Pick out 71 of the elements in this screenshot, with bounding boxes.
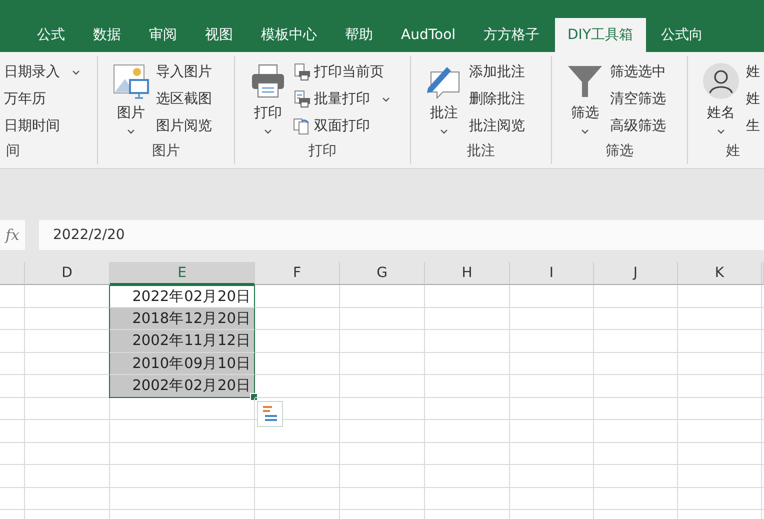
column-header[interactable]: I — [510, 262, 594, 285]
large-button[interactable]: 筛选 — [566, 58, 604, 142]
picture-icon — [112, 62, 150, 100]
column-header[interactable]: D — [25, 262, 110, 285]
column-header[interactable]: G — [340, 262, 425, 285]
ribbon-button[interactable]: 批注阅览 — [469, 116, 525, 136]
batch-print-icon — [293, 90, 311, 108]
printer-icon — [249, 62, 287, 100]
ribbon-tab[interactable]: 数据 — [80, 18, 134, 52]
table-cell: 2022年02月20日 — [109, 285, 255, 308]
ribbon-tab[interactable]: 审阅 — [136, 18, 190, 52]
table-cell — [0, 375, 25, 398]
table-cell — [0, 465, 25, 488]
large-button[interactable]: 批注 — [425, 58, 463, 142]
ribbon-tab[interactable]: 视图 — [192, 18, 246, 52]
table-cell — [0, 398, 25, 420]
table-cell — [0, 420, 25, 442]
ribbon-button[interactable]: 筛选选中 — [610, 62, 666, 82]
ribbon-button[interactable]: 日期时间 — [4, 116, 81, 136]
ribbon-tab[interactable]: 方方格子 — [470, 18, 553, 52]
ribbon-button[interactable]: 生 — [746, 116, 760, 136]
column-header[interactable]: K — [678, 262, 762, 285]
ribbon-button[interactable]: 高级筛选 — [610, 116, 666, 136]
ribbon-button[interactable]: 双面打印 — [293, 116, 391, 136]
ribbon-button[interactable]: 清空筛选 — [610, 89, 666, 109]
formula-field[interactable]: 2022/2/20 — [39, 220, 764, 250]
table-cell: 2010年09月10日 — [109, 352, 255, 375]
table-cell — [0, 352, 25, 375]
group-label: 筛选 — [604, 142, 634, 161]
table-cell: 2002年11月12日 — [109, 330, 255, 352]
ribbon-button[interactable]: 图片阅览 — [156, 116, 212, 136]
ribbon-tab[interactable]: 公式向 — [648, 18, 716, 52]
person-icon — [702, 62, 740, 100]
table-cell — [0, 285, 25, 308]
table-cell — [0, 330, 25, 352]
column-header[interactable]: E — [110, 262, 255, 285]
printer-page-icon — [293, 63, 311, 81]
ribbon-button[interactable]: 万年历 — [4, 89, 81, 109]
ribbon-button[interactable]: 导入图片 — [156, 62, 212, 82]
group-label: 图片 — [151, 142, 181, 161]
duplex-print-icon — [293, 117, 311, 135]
ribbon-tab[interactable]: 公式 — [24, 18, 78, 52]
large-button[interactable]: 打印 — [249, 58, 287, 142]
quick-analysis-icon — [257, 400, 283, 426]
ribbon-button[interactable]: 批量打印 — [293, 89, 391, 109]
ribbon-tab[interactable]: DIY工具箱 — [554, 18, 646, 52]
table-cell: 2018年12月20日 — [109, 308, 255, 330]
ribbon-button[interactable]: 添加批注 — [469, 62, 525, 82]
large-button[interactable]: 姓名 — [702, 58, 740, 142]
ribbon-button[interactable]: 姓 — [746, 89, 760, 109]
column-header[interactable]: F — [255, 262, 340, 285]
fill-handle[interactable] — [250, 392, 258, 400]
ribbon-tab[interactable]: 帮助 — [332, 18, 386, 52]
ribbon-button[interactable]: 日期录入 — [4, 62, 81, 82]
group-label: 间 — [5, 142, 21, 161]
group-label: 姓 — [725, 142, 741, 161]
column-header[interactable]: H — [425, 262, 510, 285]
ribbon-tab[interactable]: 模板中心 — [248, 18, 330, 52]
large-button[interactable]: 图片 — [112, 58, 150, 142]
table-cell — [0, 488, 25, 510]
ribbon-button[interactable]: 删除批注 — [469, 89, 525, 109]
group-label: 打印 — [308, 142, 338, 161]
ribbon-button[interactable]: 选区截图 — [156, 89, 212, 109]
function-button[interactable]: fx — [0, 220, 25, 250]
ribbon-button[interactable]: 姓 — [746, 62, 760, 82]
column-header[interactable]: J — [594, 262, 678, 285]
table-cell — [0, 308, 25, 330]
ribbon-tab[interactable]: AudTool — [388, 18, 469, 52]
ribbon-button[interactable]: 打印当前页 — [293, 62, 391, 82]
table-cell — [0, 442, 25, 465]
group-label: 批注 — [466, 142, 496, 161]
